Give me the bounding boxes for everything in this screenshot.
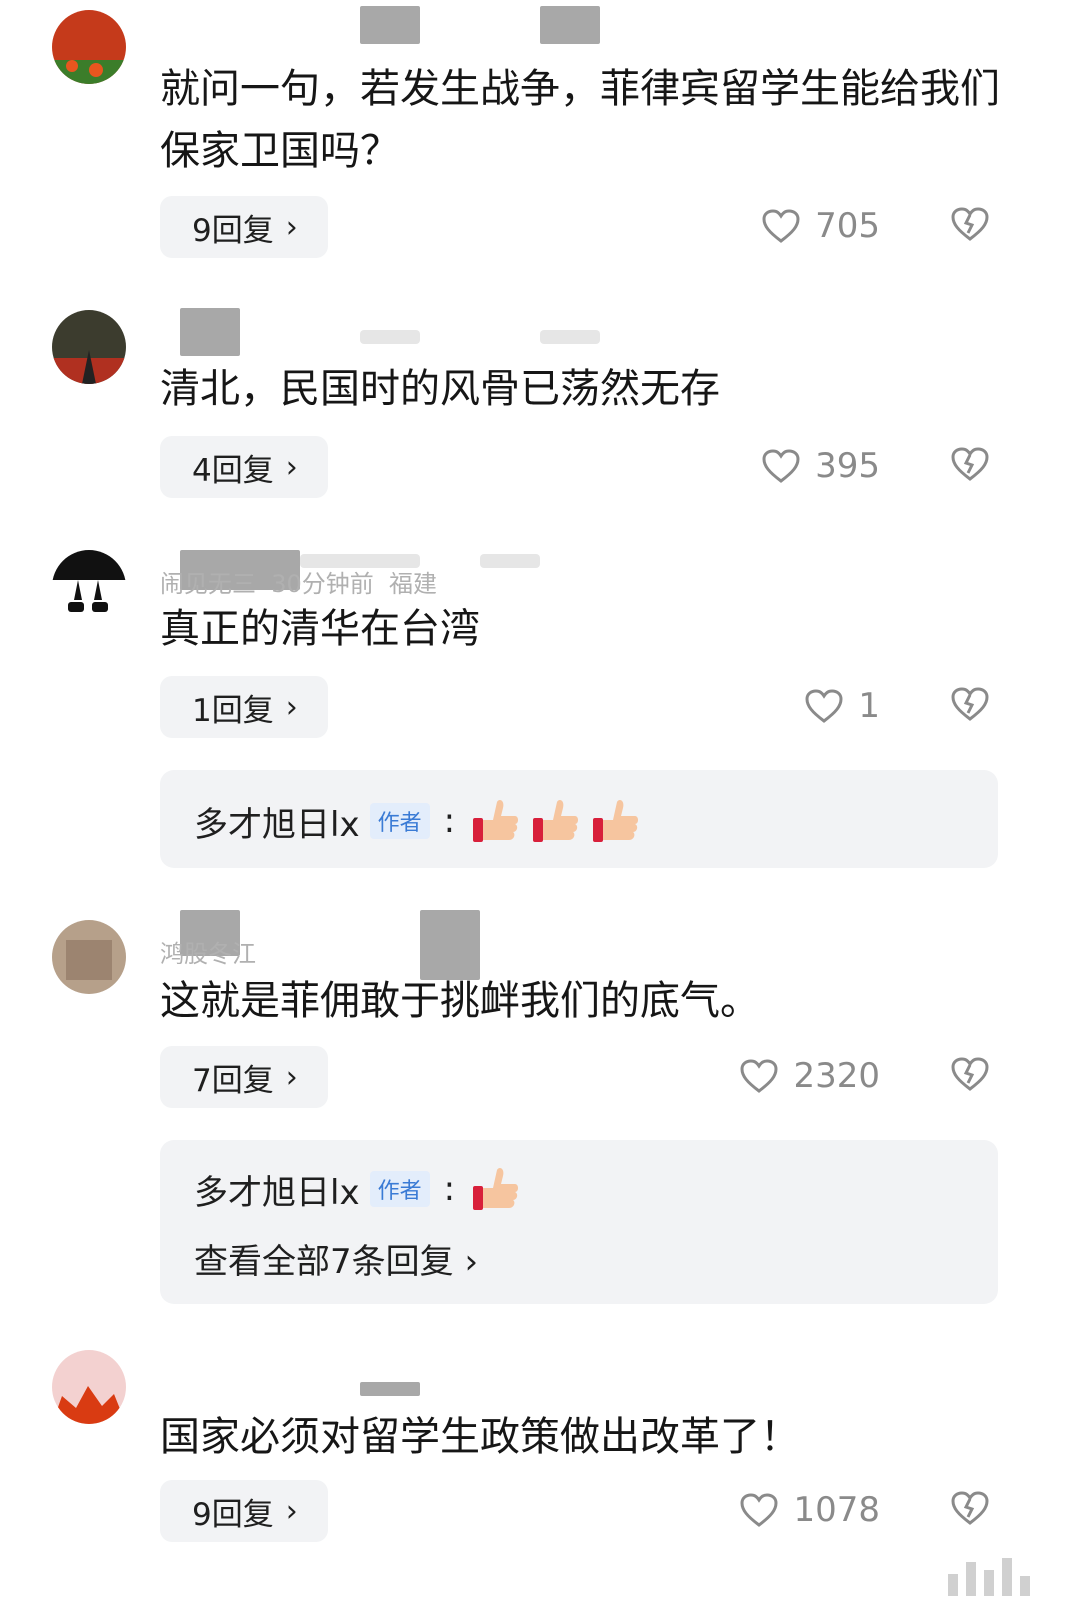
- chevron-right-icon: ›: [285, 689, 298, 725]
- heart-outline-icon: [805, 689, 843, 723]
- author-tag: 作者: [369, 803, 430, 839]
- like-button[interactable]: 705: [761, 206, 880, 246]
- comment-text: 就问一句，若发生战争，菲律宾留学生能给我们保家卫国吗？: [160, 66, 1000, 174]
- replies-label: 9回复: [192, 1496, 274, 1533]
- heart-outline-icon: [740, 1493, 778, 1527]
- comment-text: 这就是菲佣敢于挑衅我们的底气。: [160, 978, 760, 1024]
- like-count: 705: [815, 206, 880, 246]
- comment-item: 鸿股冬江 这就是菲佣敢于挑衅我们的底气。 7回复 › 2320 多才旭日lx 作…: [0, 910, 1080, 1320]
- dislike-button[interactable]: [950, 446, 990, 486]
- like-count: 1078: [793, 1490, 880, 1530]
- replies-label: 1回复: [192, 692, 274, 729]
- avatar[interactable]: [52, 1350, 126, 1424]
- username-redacted: [360, 1382, 420, 1396]
- replies-button[interactable]: 7回复 ›: [160, 1046, 328, 1108]
- colon: :: [443, 801, 456, 841]
- thumbs-up-emoji-icon: [473, 1168, 519, 1210]
- comment-text: 国家必须对留学生政策做出改革了！: [160, 1414, 800, 1460]
- avatar[interactable]: [52, 550, 126, 624]
- broken-heart-icon: [951, 447, 989, 481]
- broken-heart-icon: [951, 207, 989, 241]
- meta-smudge: [360, 330, 420, 344]
- comment-text: 真正的清华在台湾: [160, 606, 480, 652]
- dislike-button[interactable]: [950, 1056, 990, 1096]
- comment-meta: 鸿股冬江: [160, 940, 256, 968]
- author-tag: 作者: [369, 1171, 430, 1207]
- meta-smudge: [540, 330, 600, 344]
- dislike-button[interactable]: [950, 1490, 990, 1530]
- username-redacted: [360, 6, 420, 44]
- replies-button[interactable]: 4回复 ›: [160, 436, 328, 498]
- author-name[interactable]: 多才旭日lx: [194, 1165, 360, 1214]
- like-count: 2320: [793, 1056, 880, 1096]
- heart-outline-icon: [762, 449, 800, 483]
- thumbs-up-emoji-icon: [533, 800, 579, 842]
- comment-meta: 闹见无三 30分钟前 福建: [160, 570, 438, 598]
- username-redacted: [180, 308, 240, 356]
- author-reply-box[interactable]: 多才旭日lx 作者 : 查看全部7条回复 ›: [160, 1140, 998, 1304]
- replies-button[interactable]: 9回复 ›: [160, 1480, 328, 1542]
- see-all-label: 查看全部7条回复: [194, 1242, 454, 1282]
- broken-heart-icon: [951, 1057, 989, 1091]
- replies-label: 4回复: [192, 452, 274, 489]
- comment-item: 国家必须对留学生政策做出改革了！ 9回复 › 1078: [0, 1340, 1080, 1622]
- author-name[interactable]: 多才旭日lx: [194, 797, 360, 846]
- see-all-replies-link[interactable]: 查看全部7条回复 ›: [194, 1234, 478, 1283]
- chevron-right-icon: ›: [285, 1493, 298, 1529]
- dislike-button[interactable]: [950, 686, 990, 726]
- thumbs-up-emoji-icon: [473, 800, 519, 842]
- chevron-right-icon: ›: [464, 1242, 479, 1282]
- dislike-button[interactable]: [950, 206, 990, 246]
- author-reply-line: 多才旭日lx 作者 :: [194, 796, 651, 846]
- like-button[interactable]: 395: [761, 446, 880, 486]
- replies-label: 9回复: [192, 212, 274, 249]
- colon: :: [443, 1169, 456, 1209]
- location-redacted: [540, 6, 600, 44]
- chevron-right-icon: ›: [285, 209, 298, 245]
- chevron-right-icon: ›: [285, 449, 298, 485]
- watermark: [948, 1558, 1030, 1596]
- author-reply-box[interactable]: 多才旭日lx 作者 :: [160, 770, 998, 868]
- chevron-right-icon: ›: [285, 1059, 298, 1095]
- author-reply-line: 多才旭日lx 作者 :: [194, 1164, 531, 1214]
- like-count: 395: [815, 446, 880, 486]
- comment-text: 清北，民国时的风骨已荡然无存: [160, 366, 720, 412]
- broken-heart-icon: [951, 687, 989, 721]
- heart-outline-icon: [762, 209, 800, 243]
- like-button[interactable]: 2320: [739, 1056, 880, 1096]
- like-button[interactable]: 1078: [739, 1490, 880, 1530]
- avatar[interactable]: [52, 920, 126, 994]
- replies-label: 7回复: [192, 1062, 274, 1099]
- replies-button[interactable]: 9回复 ›: [160, 196, 328, 258]
- meta-smudge: [480, 554, 540, 568]
- comment-item: 闹见无三 30分钟前 福建 真正的清华在台湾 1回复 › 1 多才旭日lx 作者…: [0, 540, 1080, 880]
- replies-button[interactable]: 1回复 ›: [160, 676, 328, 738]
- avatar[interactable]: [52, 310, 126, 384]
- comment-item: 就问一句，若发生战争，菲律宾留学生能给我们保家卫国吗？ 9回复 › 705: [0, 0, 1080, 270]
- comment-item: 清北，民国时的风骨已荡然无存 4回复 › 395: [0, 300, 1080, 520]
- broken-heart-icon: [951, 1491, 989, 1525]
- thumbs-up-emoji-icon: [593, 800, 639, 842]
- like-button[interactable]: 1: [804, 686, 880, 726]
- like-count: 1: [858, 686, 880, 726]
- avatar[interactable]: [52, 10, 126, 84]
- heart-outline-icon: [740, 1059, 778, 1093]
